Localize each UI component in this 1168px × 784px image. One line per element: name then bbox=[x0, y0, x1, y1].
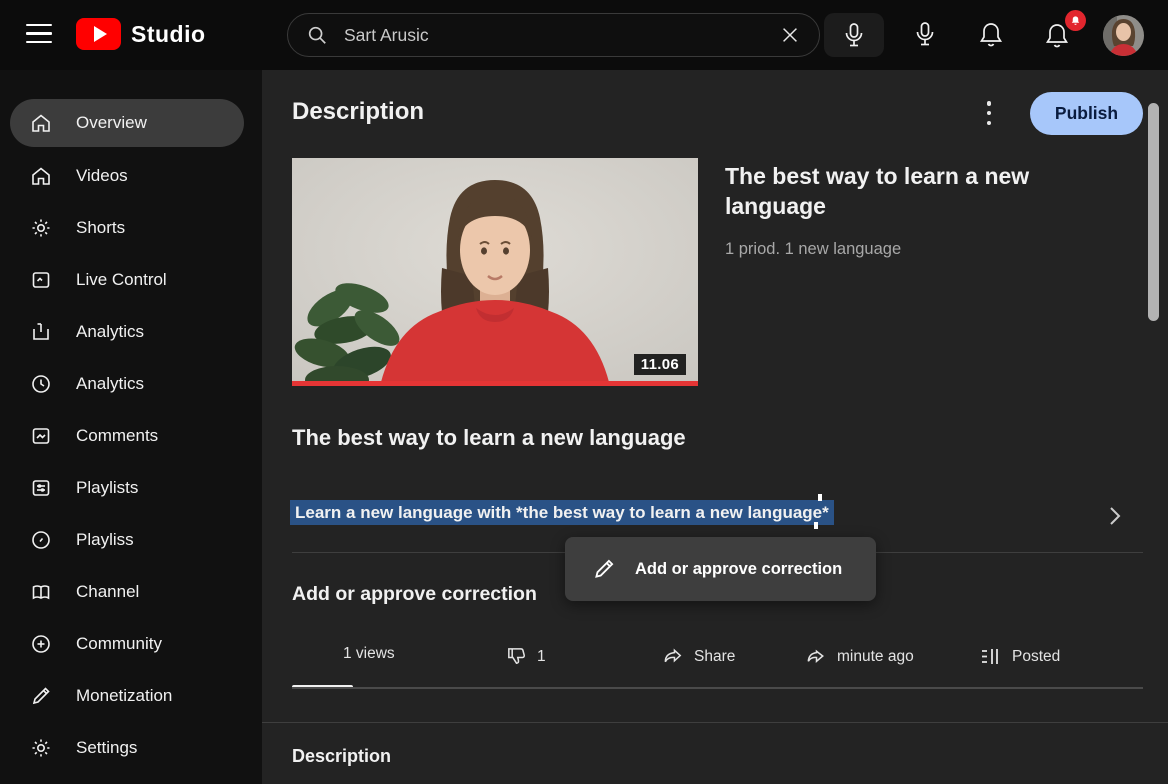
sidebar-item-shorts[interactable]: Shorts bbox=[10, 204, 244, 252]
top-bar: Studio Sart Arusic bbox=[0, 0, 1168, 70]
sidebar-item-label: Playlists bbox=[76, 478, 138, 498]
share-icon bbox=[662, 645, 685, 668]
notifications-bell-badged[interactable] bbox=[1044, 18, 1080, 54]
time-ago-label: minute ago bbox=[837, 648, 914, 666]
description-section-heading: Description bbox=[292, 746, 391, 767]
page-title: Description bbox=[292, 98, 424, 126]
sidebar-item-label: Shorts bbox=[76, 218, 125, 238]
sidebar-item-live-control[interactable]: Live Control bbox=[10, 256, 244, 304]
sidebar-item-channel[interactable]: Channel bbox=[10, 568, 244, 616]
share-stat[interactable]: Share bbox=[662, 645, 735, 668]
description-text[interactable]: Learn a new language with *the best way … bbox=[290, 500, 834, 526]
youtube-studio-logo[interactable]: Studio bbox=[76, 18, 206, 50]
sidebar-item-label: Analytics bbox=[76, 322, 144, 342]
search-icon bbox=[306, 24, 328, 46]
tooltip-label: Add or approve correction bbox=[635, 560, 842, 579]
notifications-bell-icon[interactable] bbox=[978, 21, 1004, 48]
voice-search-button[interactable] bbox=[824, 13, 884, 57]
sidebar: Overview Videos Shorts Live Control Anal… bbox=[0, 70, 262, 784]
gear-icon bbox=[28, 736, 54, 760]
thumbnail-image bbox=[292, 158, 698, 386]
sidebar-item-label: Monetization bbox=[76, 686, 172, 706]
playlists-icon bbox=[28, 476, 54, 500]
dislike-count: 1 bbox=[537, 648, 546, 666]
account-avatar[interactable] bbox=[1103, 15, 1144, 56]
posted-label: Posted bbox=[1012, 648, 1060, 666]
clear-search-icon[interactable] bbox=[779, 24, 801, 46]
circle-icon bbox=[28, 528, 54, 552]
arrow-icon bbox=[805, 645, 828, 668]
sidebar-item-overview[interactable]: Overview bbox=[10, 99, 244, 147]
tab-track bbox=[292, 687, 1143, 689]
sidebar-item-label: Overview bbox=[76, 113, 147, 133]
search-bar[interactable]: Sart Arusic bbox=[287, 13, 820, 57]
video-thumbnail[interactable]: 11.06 bbox=[292, 158, 698, 386]
book-icon bbox=[28, 580, 54, 604]
share-label: Share bbox=[694, 648, 735, 666]
sidebar-item-label: Playliss bbox=[76, 530, 134, 550]
circle-plus-icon bbox=[28, 632, 54, 656]
analytics-icon bbox=[28, 320, 54, 344]
text-caret bbox=[814, 522, 818, 529]
publish-button[interactable]: Publish bbox=[1030, 92, 1143, 135]
youtube-play-icon bbox=[76, 18, 121, 50]
list-bars-icon bbox=[979, 645, 1003, 668]
search-input[interactable]: Sart Arusic bbox=[344, 25, 779, 46]
sidebar-item-videos[interactable]: Videos bbox=[10, 152, 244, 200]
views-label: 1 views bbox=[343, 645, 395, 663]
brand-text: Studio bbox=[131, 21, 206, 48]
sidebar-item-label: Analytics bbox=[76, 374, 144, 394]
sidebar-item-playliss[interactable]: Playliss bbox=[10, 516, 244, 564]
microphone-icon[interactable] bbox=[913, 21, 937, 47]
posted-stat[interactable]: Posted bbox=[979, 645, 1060, 668]
correction-tooltip[interactable]: Add or approve correction bbox=[565, 537, 876, 601]
sidebar-item-playlists[interactable]: Playlists bbox=[10, 464, 244, 512]
sidebar-item-analytics-2[interactable]: Analytics bbox=[10, 360, 244, 408]
selected-text: Learn a new language with *the best way … bbox=[290, 500, 834, 525]
pencil-icon bbox=[28, 684, 54, 708]
home-icon bbox=[28, 111, 54, 135]
notification-badge bbox=[1065, 10, 1086, 31]
sidebar-item-community[interactable]: Community bbox=[10, 620, 244, 668]
section-title: The best way to learn a new language bbox=[292, 425, 686, 451]
text-caret bbox=[818, 494, 822, 501]
video-meta: 1 priod. 1 new language bbox=[725, 240, 901, 259]
sidebar-item-label: Community bbox=[76, 634, 162, 654]
duration-badge: 11.06 bbox=[634, 354, 686, 375]
thumbs-down-icon bbox=[505, 645, 528, 668]
main-content: Description Publish bbox=[262, 70, 1168, 784]
sidebar-item-monetization[interactable]: Monetization bbox=[10, 672, 244, 720]
views-stat[interactable]: 1 views bbox=[343, 645, 395, 663]
comments-icon bbox=[28, 424, 54, 448]
sidebar-item-settings[interactable]: Settings bbox=[10, 724, 244, 772]
more-options-icon[interactable] bbox=[980, 100, 998, 126]
sidebar-item-label: Comments bbox=[76, 426, 158, 446]
watch-progress-bar bbox=[292, 381, 698, 386]
chevron-right-icon[interactable] bbox=[1104, 504, 1124, 528]
dislike-stat[interactable]: 1 bbox=[505, 645, 546, 668]
live-control-icon bbox=[28, 268, 54, 292]
clock-icon bbox=[28, 372, 54, 396]
sidebar-item-label: Settings bbox=[76, 738, 137, 758]
video-title: The best way to learn a new language bbox=[725, 162, 1037, 222]
correction-heading: Add or approve correction bbox=[292, 583, 537, 606]
sidebar-item-comments[interactable]: Comments bbox=[10, 412, 244, 460]
sidebar-item-label: Videos bbox=[76, 166, 128, 186]
gear-icon bbox=[28, 216, 54, 240]
scrollbar[interactable] bbox=[1148, 103, 1159, 321]
divider bbox=[262, 722, 1168, 723]
pencil-icon bbox=[591, 556, 617, 582]
home-icon bbox=[28, 164, 54, 188]
sidebar-item-label: Channel bbox=[76, 582, 139, 602]
sidebar-item-analytics[interactable]: Analytics bbox=[10, 308, 244, 356]
sidebar-item-label: Live Control bbox=[76, 270, 167, 290]
menu-icon[interactable] bbox=[26, 24, 52, 46]
time-ago-stat[interactable]: minute ago bbox=[805, 645, 914, 668]
